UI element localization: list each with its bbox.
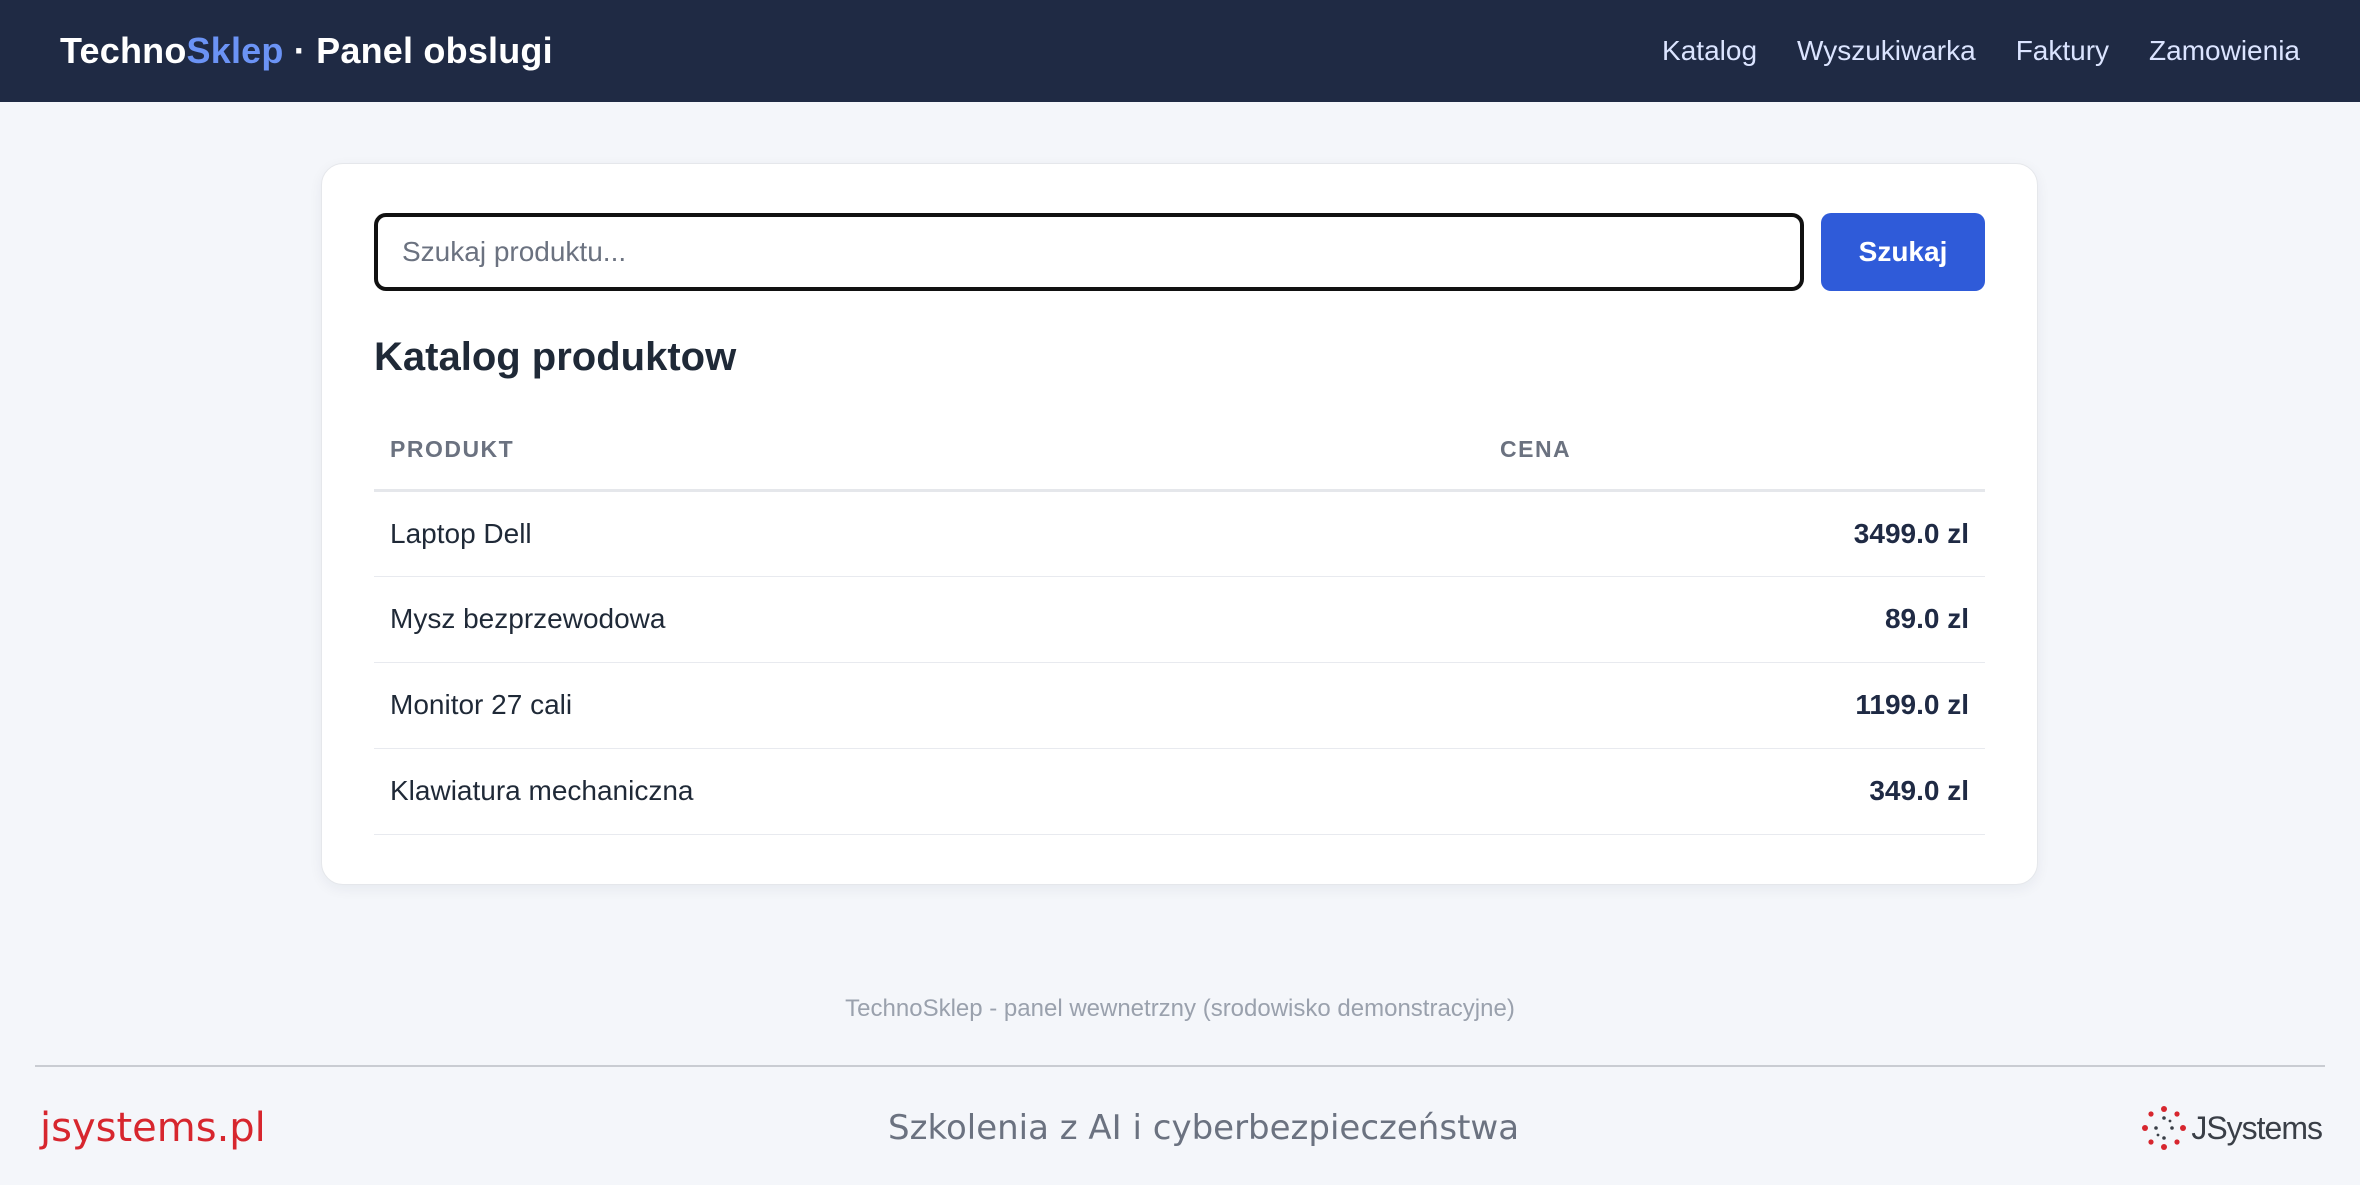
product-name: Klawiatura mechaniczna: [374, 748, 1500, 835]
product-price: 89.0 zl: [1500, 576, 1985, 663]
table-row: Klawiatura mechaniczna 349.0 zl: [374, 748, 1985, 835]
product-price: 349.0 zl: [1500, 748, 1985, 835]
logo-ring-icon: [2142, 1106, 2187, 1150]
nav-katalog[interactable]: Katalog: [1662, 35, 1757, 67]
catalog-title: Katalog produktow: [374, 335, 737, 379]
top-navbar: TechnoSklep · Panel obslugi Katalog Wysz…: [0, 0, 2360, 102]
main-nav: Katalog Wyszukiwarka Faktury Zamowienia: [1662, 35, 2300, 67]
table-row: Laptop Dell 3499.0 zl: [374, 490, 1985, 577]
tagline: Szkolenia z AI i cyberbezpieczeństwa: [888, 1108, 1520, 1148]
table-header-row: PRODUKT CENA: [374, 410, 1985, 492]
catalog-card: Szukaj Katalog produktow PRODUKT CENA La…: [321, 163, 2038, 885]
nav-faktury[interactable]: Faktury: [2016, 35, 2109, 67]
column-header-price: CENA: [1500, 410, 1985, 492]
footer-divider: [35, 1065, 2325, 1067]
product-price: 1199.0 zl: [1500, 662, 1985, 749]
nav-zamowienia[interactable]: Zamowienia: [2149, 35, 2300, 67]
branding-bar: jsystems.pl Szkolenia z AI i cyberbezpie…: [40, 1100, 2323, 1156]
search-button[interactable]: Szukaj: [1821, 213, 1985, 291]
search-row: Szukaj: [374, 213, 1985, 291]
logo-text: JSystems: [2191, 1109, 2323, 1146]
jsystems-logo: JSystems: [2141, 1105, 2323, 1151]
product-name: Mysz bezprzewodowa: [374, 576, 1500, 663]
products-table: PRODUKT CENA Laptop Dell 3499.0 zl Mysz …: [374, 410, 1985, 835]
nav-wyszukiwarka[interactable]: Wyszukiwarka: [1797, 35, 1976, 67]
footer-note: TechnoSklep - panel wewnetrzny (srodowis…: [845, 995, 1515, 1022]
table-row: Mysz bezprzewodowa 89.0 zl: [374, 576, 1985, 663]
search-input[interactable]: [374, 213, 1804, 291]
brand-title: TechnoSklep · Panel obslugi: [60, 30, 553, 71]
table-row: Monitor 27 cali 1199.0 zl: [374, 662, 1985, 749]
product-name: Monitor 27 cali: [374, 662, 1500, 749]
product-price: 3499.0 zl: [1500, 490, 1985, 577]
site-link[interactable]: jsystems.pl: [40, 1105, 266, 1151]
product-name: Laptop Dell: [374, 490, 1500, 577]
column-header-product: PRODUKT: [374, 410, 1500, 492]
